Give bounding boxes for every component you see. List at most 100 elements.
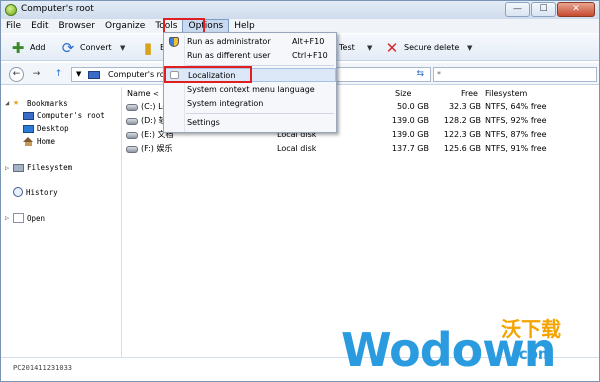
secure-delete-dropdown-arrow[interactable]: ▼ bbox=[467, 44, 472, 52]
secure-delete-label: Secure delete bbox=[404, 43, 460, 52]
drive-filesystem: NTFS, 92% free bbox=[485, 116, 547, 125]
menu-bar: File Edit Browser Organize Tools Options… bbox=[1, 19, 599, 33]
minimize-button[interactable]: — bbox=[505, 2, 530, 17]
drive-free: 32.3 GB bbox=[448, 102, 481, 111]
bookmarks-label: Bookmarks bbox=[27, 98, 68, 108]
sidebar-item-history[interactable]: History bbox=[13, 187, 58, 197]
add-archive-icon: ✚ bbox=[11, 38, 25, 57]
drive-type: Local disk bbox=[277, 144, 317, 153]
history-clock-icon bbox=[13, 187, 23, 197]
convert-label: Convert bbox=[80, 43, 112, 52]
computer-icon bbox=[23, 111, 34, 120]
secure-delete-button[interactable]: ✕ Secure delete bbox=[383, 38, 460, 57]
add-label: Add bbox=[30, 43, 46, 52]
collapsed-arrow-icon[interactable]: ▷ bbox=[5, 214, 13, 222]
menu-item-system-context-menu-language[interactable]: System context menu language bbox=[164, 83, 336, 97]
menu-file[interactable]: File bbox=[1, 19, 26, 33]
home-icon bbox=[23, 137, 34, 146]
run-other-label: Run as different user bbox=[187, 51, 271, 60]
close-button[interactable]: ✕ bbox=[557, 2, 595, 17]
column-header-size[interactable]: Size bbox=[395, 87, 411, 101]
convert-icon: ⟳ bbox=[61, 38, 75, 57]
watermark-suffix: .com bbox=[513, 345, 554, 363]
drive-filesystem: NTFS, 64% free bbox=[485, 102, 547, 111]
extract-button[interactable]: ▮ E bbox=[139, 38, 165, 57]
drive-icon bbox=[126, 146, 138, 153]
window-title: Computer's root bbox=[21, 4, 94, 14]
menu-help[interactable]: Help bbox=[229, 19, 260, 33]
drive-icon bbox=[126, 104, 138, 111]
convert-button[interactable]: ⟳ Convert bbox=[59, 38, 112, 57]
computers-root-label: Computer's root bbox=[37, 111, 105, 120]
column-header-name[interactable]: Name bbox=[127, 87, 151, 101]
table-row[interactable]: (F:) 娱乐 Local disk 137.7 GB 125.6 GB NTF… bbox=[123, 143, 599, 155]
run-other-shortcut: Ctrl+F10 bbox=[292, 51, 328, 60]
title-bar: Computer's root — ☐ ✕ bbox=[1, 1, 599, 19]
menu-browser[interactable]: Browser bbox=[54, 19, 100, 33]
path-text: Computer's ro bbox=[108, 70, 165, 79]
run-admin-shortcut: Alt+F10 bbox=[292, 37, 325, 46]
add-button[interactable]: ✚ Add bbox=[9, 38, 46, 57]
sidebar-item-bookmarks[interactable]: ◢ ★ Bookmarks bbox=[5, 98, 68, 108]
column-header-free[interactable]: Free bbox=[461, 87, 478, 101]
test-button[interactable]: Test bbox=[339, 38, 355, 57]
test-dropdown-arrow[interactable]: ▼ bbox=[367, 44, 372, 52]
drive-icon bbox=[126, 118, 138, 125]
run-admin-label: Run as administrator bbox=[187, 37, 271, 46]
refresh-icon[interactable]: ⇆ bbox=[416, 68, 424, 81]
desktop-icon bbox=[23, 124, 34, 133]
back-icon[interactable]: ← bbox=[9, 67, 24, 82]
menu-item-run-as-different-user[interactable]: Run as different user Ctrl+F10 bbox=[164, 49, 336, 63]
open-label: Open bbox=[27, 213, 46, 223]
extract-icon: ▮ bbox=[143, 38, 153, 57]
computer-icon bbox=[88, 71, 100, 79]
drive-filesystem: NTFS, 87% free bbox=[485, 130, 547, 139]
filesystem-icon bbox=[13, 163, 24, 172]
sidebar-item-open[interactable]: ▷ Open bbox=[5, 213, 45, 223]
menu-item-run-as-administrator[interactable]: Run as administrator Alt+F10 bbox=[164, 35, 336, 49]
sidebar-item-desktop[interactable]: Desktop bbox=[23, 124, 69, 133]
column-header-filesystem[interactable]: Filesystem bbox=[485, 87, 527, 101]
drive-size: 137.7 GB bbox=[391, 144, 429, 153]
menu-item-system-integration[interactable]: System integration bbox=[164, 97, 336, 111]
drive-free: 128.2 GB bbox=[443, 116, 481, 125]
localization-highlight-box bbox=[164, 66, 252, 83]
menu-edit[interactable]: Edit bbox=[26, 19, 53, 33]
open-file-icon bbox=[13, 213, 24, 223]
menu-item-settings[interactable]: Settings bbox=[164, 116, 336, 130]
system-context-label: System context menu language bbox=[187, 85, 315, 94]
filesystem-label: Filesystem bbox=[27, 163, 73, 172]
settings-label: Settings bbox=[187, 118, 220, 127]
drive-filesystem: NTFS, 91% free bbox=[485, 144, 547, 153]
star-icon: ★ bbox=[13, 97, 20, 108]
collapsed-arrow-icon[interactable]: ▷ bbox=[5, 164, 13, 172]
system-integration-label: System integration bbox=[187, 99, 264, 108]
search-input[interactable]: * bbox=[433, 67, 597, 82]
home-label: Home bbox=[37, 137, 56, 146]
drive-name: (F:) 娱乐 bbox=[141, 144, 173, 153]
menu-separator bbox=[186, 113, 334, 114]
drive-free: 122.3 GB bbox=[443, 130, 481, 139]
path-dropdown-icon[interactable]: ▼ bbox=[76, 68, 81, 81]
drive-icon bbox=[126, 132, 138, 139]
app-logo-icon bbox=[5, 4, 17, 16]
sidebar: ◢ ★ Bookmarks Computer's root Desktop Ho… bbox=[1, 87, 122, 357]
sidebar-item-filesystem[interactable]: ▷ Filesystem bbox=[5, 163, 72, 172]
expanded-arrow-icon[interactable]: ◢ bbox=[5, 99, 13, 107]
menu-organize[interactable]: Organize bbox=[100, 19, 150, 33]
up-icon[interactable]: ↑ bbox=[51, 67, 66, 82]
convert-dropdown-arrow[interactable]: ▼ bbox=[120, 44, 125, 52]
machine-name: PC201411231033 bbox=[13, 364, 73, 372]
desktop-label: Desktop bbox=[37, 124, 69, 133]
test-label: Test bbox=[339, 43, 355, 52]
forward-icon[interactable]: → bbox=[29, 67, 44, 82]
drive-size: 50.0 GB bbox=[396, 102, 429, 111]
drive-free: 125.6 GB bbox=[443, 144, 481, 153]
app-window: Computer's root — ☐ ✕ File Edit Browser … bbox=[0, 0, 600, 382]
sidebar-item-home[interactable]: Home bbox=[23, 137, 55, 146]
drive-size: 139.0 GB bbox=[391, 116, 429, 125]
delete-x-icon: ✕ bbox=[385, 38, 399, 57]
uac-shield-icon bbox=[169, 37, 179, 47]
maximize-button[interactable]: ☐ bbox=[531, 2, 556, 17]
sidebar-item-computers-root[interactable]: Computer's root bbox=[23, 111, 105, 120]
